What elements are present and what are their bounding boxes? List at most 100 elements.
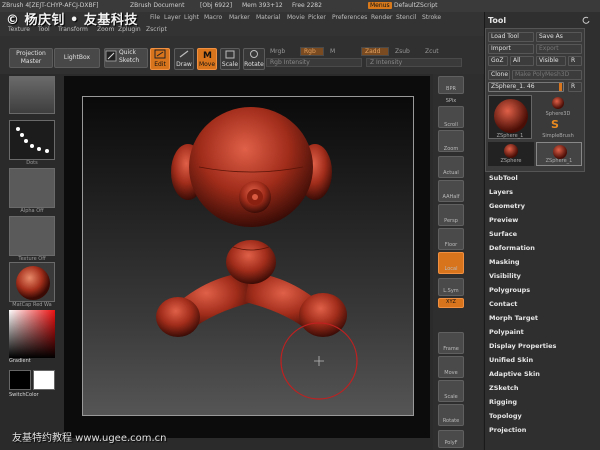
tool-thumb-label-2: SimpleBrush [542,133,574,139]
zcut-toggle[interactable]: Zcut [425,48,439,55]
menu-layer[interactable]: Layer [164,14,181,21]
make-polymesh-button[interactable]: Make PolyMesh3D [512,70,582,80]
section-display-properties[interactable]: Display Properties [489,342,556,350]
r-button-2[interactable]: R [568,82,582,92]
watermark-top: © 杨庆钊 • 友基科技 [6,13,138,28]
bpr-label: BPR [446,86,456,92]
stroke-label: Dots [26,160,38,166]
floor-label: Floor [444,242,458,248]
document-title: ZBrush Document [130,2,185,9]
section-preview[interactable]: Preview [489,216,518,224]
menu-file[interactable]: File [150,14,160,21]
clone-button[interactable]: Clone [488,70,510,80]
lightbox-button[interactable]: LightBox [54,48,100,68]
app-title: ZBrush 4[ZEJT-CHYP-AFCJ-DXBF] [2,2,99,9]
texture-thumbnail[interactable] [9,216,55,256]
alpha-thumbnail[interactable] [9,168,55,208]
r-button[interactable]: R [568,56,582,66]
section-deformation[interactable]: Deformation [489,244,535,252]
mrgb-toggle[interactable]: Mrgb [270,48,285,55]
secondary-color-swatch[interactable] [9,370,31,390]
tool-thumb-label-0: ZSphere_1 [496,133,524,139]
zsub-toggle[interactable]: Zsub [395,48,410,55]
move-view-label: Move [444,370,458,376]
tool-thumb-label-3: ZSphere [500,158,522,164]
rgb-intensity-slider[interactable]: Rgb Intensity [266,58,362,67]
menu-macro[interactable]: Macro [204,14,222,21]
rgb-toggle[interactable]: Rgb [300,47,324,56]
section-morph-target[interactable]: Morph Target [489,314,538,322]
tool-thumb-label-1: Sphere3D [545,111,571,117]
all-button[interactable]: All [510,56,534,66]
local-label: Local [444,266,458,272]
menu-zscript[interactable]: Zscript [146,26,167,33]
menu-picker[interactable]: Picker [308,14,326,21]
rotate-view-label: Rotate [442,418,460,424]
scroll-label: Scroll [444,122,458,128]
top-toolbar: Projection Master LightBox Quick Sketch … [0,36,484,74]
section-geometry[interactable]: Geometry [489,202,525,210]
section-surface[interactable]: Surface [489,230,517,238]
section-layers[interactable]: Layers [489,188,513,196]
goz-button[interactable]: GoZ [488,56,508,66]
projection-master-button[interactable]: Projection Master [9,48,53,68]
material-label: MatCap Red Wa [12,302,52,308]
section-adaptive-skin[interactable]: Adaptive Skin [489,370,540,378]
menus-button[interactable]: Menus [368,2,392,9]
menu-marker[interactable]: Marker [229,14,250,21]
menu-render[interactable]: Render [371,14,392,21]
section-visibility[interactable]: Visibility [489,272,521,280]
menu-stencil[interactable]: Stencil [396,14,416,21]
move-icon: M [203,51,212,59]
watermark-bottom: 友基特约教程 www.ugee.com.cn [12,433,167,444]
alpha-label: Alpha Off [20,208,44,214]
color-picker[interactable] [9,310,55,358]
section-projection[interactable]: Projection [489,426,526,434]
matcap-sphere-icon [16,266,50,300]
stroke-thumbnail[interactable] [9,120,55,160]
main-color-swatch[interactable] [33,370,55,390]
tool-thumb-label-4: ZSphere_1 [545,158,573,164]
quick-sketch-icon [105,50,117,62]
mem-readout: Mem 393+12 [242,2,283,9]
dots-stroke-icon [16,127,49,153]
save-as-button[interactable]: Save As [536,32,582,42]
section-contact[interactable]: Contact [489,300,517,308]
material-thumbnail[interactable] [9,262,55,302]
section-topology[interactable]: Topology [489,412,522,420]
menu-material[interactable]: Material [256,14,280,21]
section-polypaint[interactable]: Polypaint [489,328,524,336]
default-zscript-button[interactable]: DefaultZScript [394,2,437,9]
section-rigging[interactable]: Rigging [489,398,517,406]
section-polygroups[interactable]: Polygroups [489,286,530,294]
menu-movie[interactable]: Movie [287,14,305,21]
tool-slider-handle[interactable] [559,83,562,91]
section-masking[interactable]: Masking [489,258,520,266]
current-tool-field[interactable]: ZSphere_1. 46 [488,82,564,92]
reset-icon[interactable] [581,15,591,25]
tool-palette-title: Tool [488,16,507,25]
visible-button[interactable]: Visible [536,56,566,66]
section-zsketch[interactable]: ZSketch [489,384,519,392]
tool-palette: Tool Load Tool Save As Import Export GoZ… [484,12,600,450]
scale-view-label: Scale [444,394,458,400]
scale-icon [225,50,235,59]
z-intensity-slider[interactable]: Z Intensity [366,58,462,67]
menu-preferences[interactable]: Preferences [332,14,367,21]
section-subtool[interactable]: SubTool [489,174,518,182]
export-button[interactable]: Export [536,44,582,54]
zadd-toggle[interactable]: Zadd [361,47,389,56]
load-tool-button[interactable]: Load Tool [488,32,534,42]
xyz-label: XYZ [446,299,456,305]
spix-label: SPix [445,98,457,104]
document-canvas[interactable] [82,96,414,416]
section-unified-skin[interactable]: Unified Skin [489,356,533,364]
m-toggle[interactable]: M [330,48,335,55]
brush-thumbnail[interactable] [9,76,55,114]
lsym-label: L.Sym [443,288,459,294]
import-button[interactable]: Import [488,44,534,54]
menu-light[interactable]: Light [184,14,199,21]
menu-stroke[interactable]: Stroke [422,14,441,21]
edit-icon [154,49,166,59]
zoom-label: Zoom [443,146,459,152]
